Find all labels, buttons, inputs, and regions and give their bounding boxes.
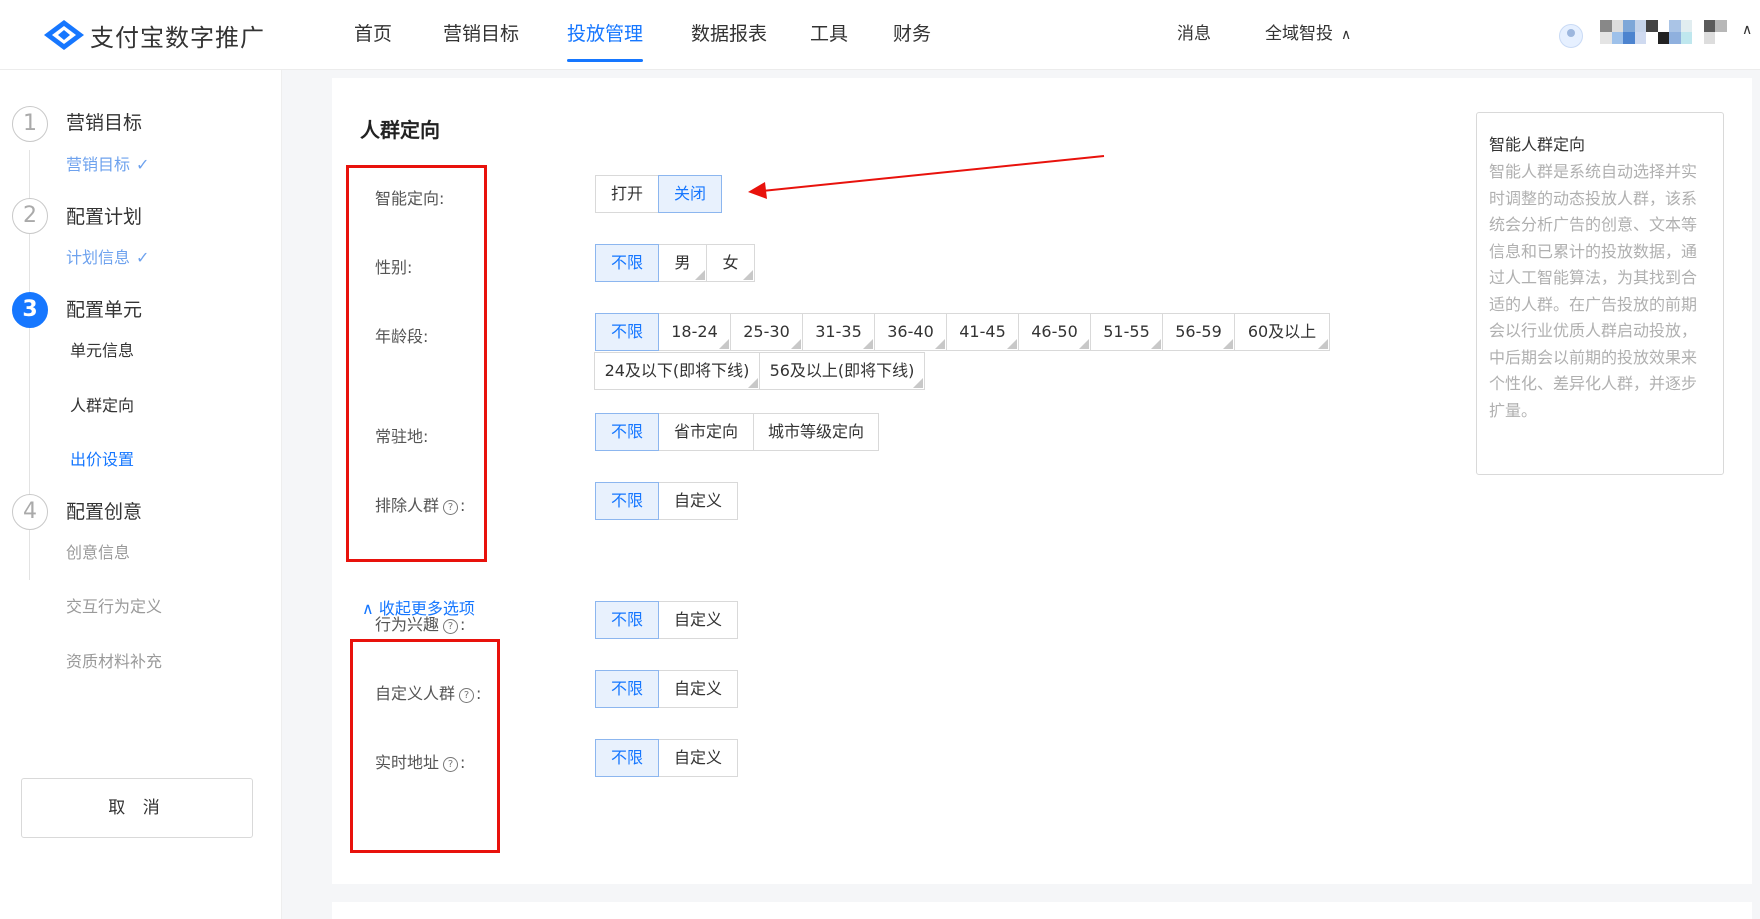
exclude-custom-option[interactable]: 自定义: [658, 482, 738, 520]
section-title: 人群定向: [360, 118, 440, 142]
age-25-30-option[interactable]: 25-30: [730, 313, 803, 351]
smart-targeting-off-option[interactable]: 关闭: [658, 175, 722, 213]
age-24-and-below-option[interactable]: 24及以下(即将下线): [594, 352, 760, 390]
step-4-sub-interaction-definition[interactable]: 交互行为定义: [66, 593, 162, 617]
residence-city-tier-option[interactable]: 城市等级定向: [753, 413, 879, 451]
step-2-sub-label: 计划信息: [66, 248, 131, 267]
step-4-sub-qualification-materials[interactable]: 资质材料补充: [66, 648, 162, 672]
realtime-unlimited-option[interactable]: 不限: [595, 739, 659, 777]
gender-male-option[interactable]: 男: [658, 244, 707, 282]
nav-marketing-goal[interactable]: 营销目标: [443, 0, 519, 70]
step-3-sub-bid-settings[interactable]: 出价设置: [70, 446, 134, 470]
checkmark-icon: ✓: [136, 248, 150, 267]
step-3-number: 3: [12, 292, 48, 328]
exclude-unlimited-option[interactable]: 不限: [595, 482, 659, 520]
next-section-card: [332, 902, 1752, 919]
step-4-number: 4: [12, 494, 48, 530]
step-1-sub-marketing-goal[interactable]: 营销目标 ✓: [66, 151, 149, 175]
custom-audience-custom-option[interactable]: 自定义: [658, 670, 738, 708]
alipay-diamond-logo-icon: [44, 20, 84, 50]
avatar[interactable]: [1559, 24, 1583, 48]
nav-delivery-management-label: 投放管理: [567, 23, 644, 45]
username-redacted[interactable]: [1600, 20, 1738, 44]
brand-logo[interactable]: 支付宝数字推广: [42, 18, 265, 52]
gender-unlimited-option[interactable]: 不限: [595, 244, 659, 282]
interest-unlimited-option[interactable]: 不限: [595, 601, 659, 639]
scope-label: 全域智投: [1265, 24, 1333, 44]
step-3-sub-audience-targeting[interactable]: 人群定向: [70, 392, 134, 416]
help-title: 智能人群定向: [1489, 135, 1586, 154]
messages-link[interactable]: 消息: [1177, 0, 1211, 70]
age-18-24-option[interactable]: 18-24: [658, 313, 731, 351]
age-unlimited-option[interactable]: 不限: [595, 313, 659, 351]
age-51-55-option[interactable]: 51-55: [1090, 313, 1163, 351]
chevron-up-icon: ∧: [1341, 27, 1352, 43]
age-56-59-option[interactable]: 56-59: [1162, 313, 1235, 351]
annotation-box-more-options: [350, 639, 500, 853]
custom-audience-unlimited-option[interactable]: 不限: [595, 670, 659, 708]
gender-female-option[interactable]: 女: [706, 244, 755, 282]
top-navigation-bar: 支付宝数字推广 首页 营销目标 投放管理 数据报表 工具 财务 消息 全域智投 ∧…: [0, 0, 1760, 70]
active-tab-underline: [567, 59, 644, 62]
smart-audience-help-panel: 智能人群定向 智能人群是系统自动选择并实时调整的动态投放人群，该系统会分析广告的…: [1476, 112, 1724, 475]
age-60-plus-option[interactable]: 60及以上: [1234, 313, 1330, 351]
step-3-title[interactable]: 配置单元: [66, 295, 142, 322]
nav-delivery-management[interactable]: 投放管理: [567, 0, 644, 70]
nav-tools[interactable]: 工具: [810, 0, 848, 70]
question-icon[interactable]: ?: [443, 619, 459, 634]
age-36-40-option[interactable]: 36-40: [874, 313, 947, 351]
step-4-title[interactable]: 配置创意: [66, 497, 142, 524]
help-body: 智能人群是系统自动选择并实时调整的动态投放人群，该系统会分析广告的创意、文本等信…: [1489, 162, 1698, 420]
residence-province-city-option[interactable]: 省市定向: [658, 413, 754, 451]
chevron-up-icon: ∧: [362, 599, 374, 618]
step-2-sub-plan-info[interactable]: 计划信息 ✓: [66, 244, 149, 268]
scope-switcher[interactable]: 全域智投 ∧: [1265, 0, 1351, 70]
step-2-number: 2: [12, 198, 48, 234]
behavior-interest-label-text: 行为兴趣: [375, 615, 440, 634]
checkmark-icon: ✓: [136, 155, 150, 174]
nav-reports[interactable]: 数据报表: [691, 0, 767, 70]
residence-unlimited-option[interactable]: 不限: [595, 413, 659, 451]
realtime-custom-option[interactable]: 自定义: [658, 739, 738, 777]
age-56-and-above-option[interactable]: 56及以上(即将下线): [759, 352, 925, 390]
step-4-sub-creative-info[interactable]: 创意信息: [66, 539, 130, 563]
step-1-title[interactable]: 营销目标: [66, 108, 142, 135]
brand-name: 支付宝数字推广: [90, 23, 265, 52]
interest-custom-option[interactable]: 自定义: [658, 601, 738, 639]
step-1-sub-label: 营销目标: [66, 155, 131, 174]
smart-targeting-on-option[interactable]: 打开: [595, 175, 659, 213]
age-31-35-option[interactable]: 31-35: [802, 313, 875, 351]
nav-finance[interactable]: 财务: [893, 0, 931, 70]
annotation-box-basic-options: [346, 165, 487, 562]
behavior-interest-label: 行为兴趣?:: [375, 615, 466, 634]
step-3-sub-unit-info[interactable]: 单元信息: [70, 337, 134, 361]
cancel-button[interactable]: 取 消: [21, 778, 253, 838]
step-2-title[interactable]: 配置计划: [66, 202, 142, 229]
nav-home[interactable]: 首页: [354, 0, 392, 70]
chevron-up-icon[interactable]: ∧: [1742, 22, 1752, 38]
step-1-number: 1: [12, 106, 48, 142]
age-41-45-option[interactable]: 41-45: [946, 313, 1019, 351]
age-46-50-option[interactable]: 46-50: [1018, 313, 1091, 351]
